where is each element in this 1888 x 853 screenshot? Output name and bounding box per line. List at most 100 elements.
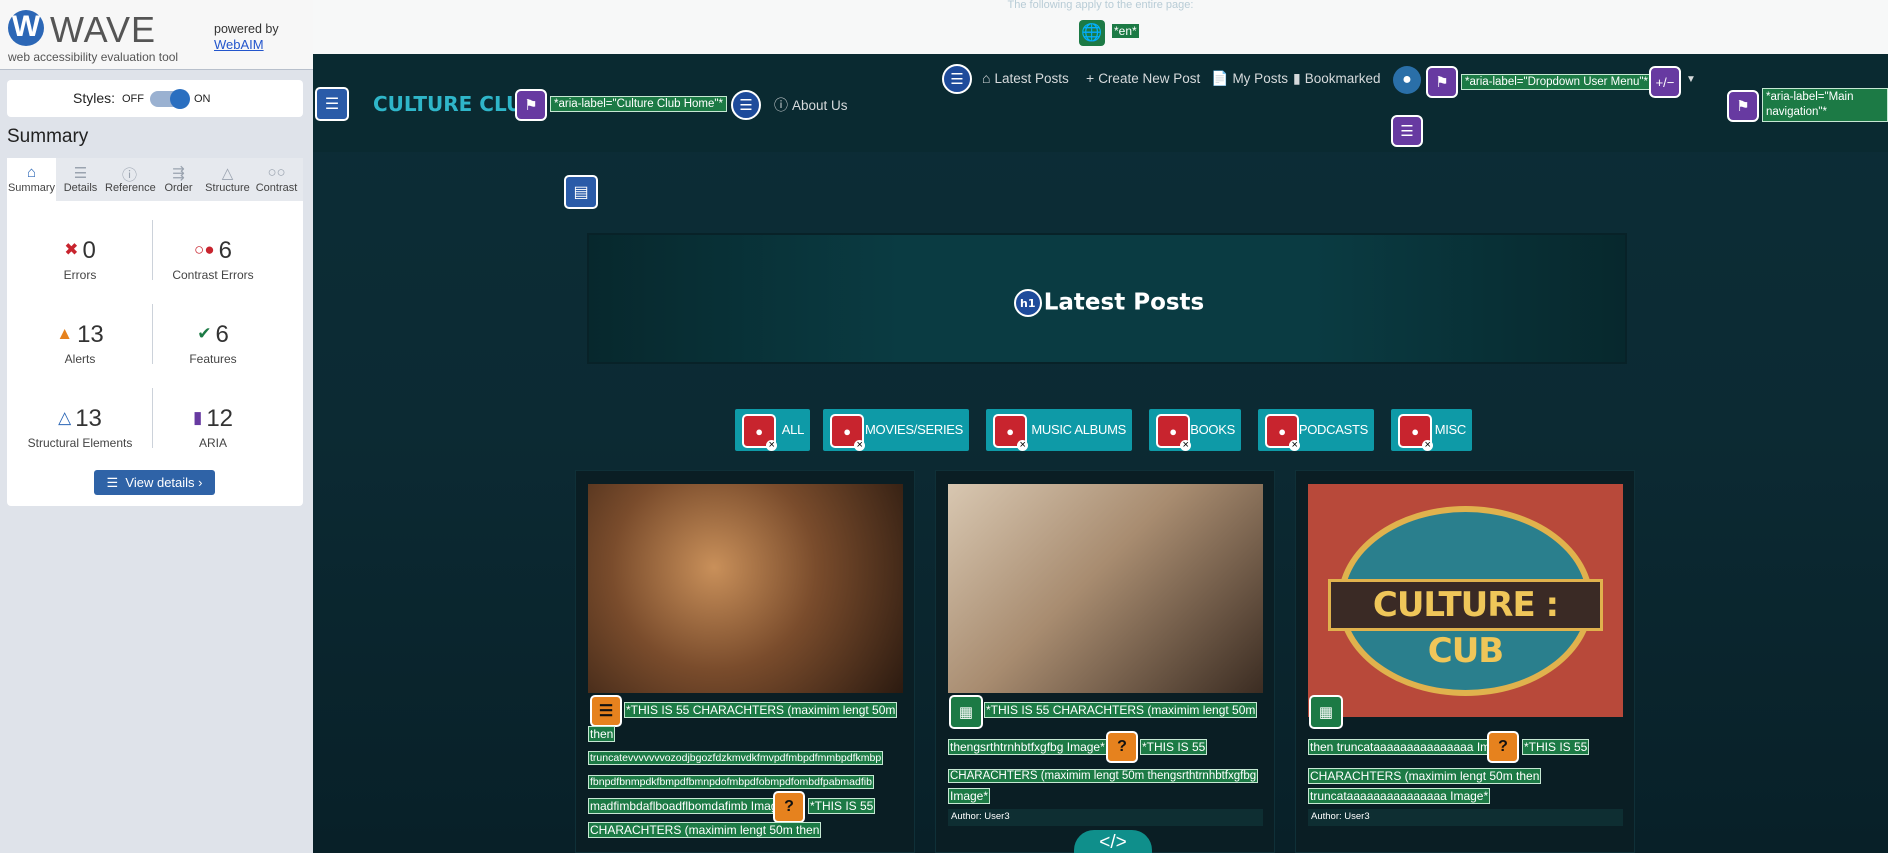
- post-alt-text: CHARACHTERS (maximim lengt 50m then: [588, 818, 910, 842]
- aria-tag-icon[interactable]: ⚑: [1727, 90, 1759, 122]
- post-author: Author: User3: [948, 809, 1263, 826]
- stat-label: Contrast Errors: [172, 268, 254, 282]
- stat-features[interactable]: ✔ 6 Features: [143, 320, 283, 366]
- tab-contrast[interactable]: ○○ Contrast: [252, 158, 301, 201]
- tab-structure[interactable]: △ Structure: [203, 158, 252, 201]
- home-icon: ⌂: [26, 164, 37, 181]
- language-icon[interactable]: 🌐: [1079, 20, 1105, 46]
- post-alt-text: *THIS IS 55: [1522, 735, 1622, 759]
- filter-movies-button[interactable]: ●MOVIES/SERIES: [823, 409, 969, 451]
- list-icon: ☰: [73, 165, 88, 182]
- aria-menu-icon[interactable]: ☰: [1391, 115, 1423, 147]
- nav-latest-posts[interactable]: ⌂ Latest Posts: [982, 70, 1069, 86]
- region-icon[interactable]: ☰: [315, 87, 349, 121]
- powered-by-label: powered by: [214, 22, 279, 36]
- tab-reference[interactable]: ⓘ Reference: [105, 158, 156, 201]
- summary-heading: Summary: [7, 126, 89, 147]
- alt-line: truncatevvvvvvvozodjbgozfdzkmvdkfmvpdfmb…: [588, 751, 884, 765]
- aria-icon: ▮: [192, 408, 203, 427]
- wave-logo-icon: W: [8, 10, 44, 46]
- alt-line: then: [588, 726, 616, 742]
- site-brand[interactable]: CULTURE CLUB: [373, 92, 537, 116]
- filter-all-button[interactable]: ● ALL: [735, 409, 810, 451]
- main-region-icon[interactable]: ▤: [564, 175, 598, 209]
- info-icon: ⓘ: [121, 167, 137, 184]
- post-card[interactable]: ☰ *THIS IS 55 CHARACHTERS (maximim lengt…: [575, 470, 915, 853]
- filter-books-button[interactable]: ●BOOKS: [1149, 409, 1241, 451]
- contrast-error-icon: ●: [1398, 414, 1433, 451]
- structure-icon: △: [221, 165, 234, 182]
- stat-aria[interactable]: ▮ 12 ARIA: [143, 404, 283, 450]
- question-alert-icon[interactable]: ?: [1487, 731, 1519, 763]
- post-alt-text: fbnpdfbnmpdkfbmpdfbmnpdofmbpdfobmpdfombd…: [588, 770, 910, 794]
- order-icon: ⇶: [172, 165, 185, 182]
- alt-text-feature-icon[interactable]: ▦: [1309, 695, 1343, 729]
- stat-count: 6: [215, 321, 229, 348]
- alt-line: *THIS IS 55: [1522, 739, 1590, 755]
- view-details-button[interactable]: ☰ View details ›: [94, 470, 215, 495]
- post-card[interactable]: CULTURE : CUB ▦ then truncataaaaaaaaaaaa…: [1295, 470, 1635, 853]
- alt-line: madfimbdaflboadflbomdafimb Image*: [588, 798, 791, 814]
- view-details-label: View details ›: [125, 475, 203, 490]
- aria-label-tag: *aria-label="Culture Club Home"*: [550, 96, 727, 112]
- list-structure-icon[interactable]: ☰: [942, 64, 972, 94]
- styles-label: Styles:: [73, 90, 116, 106]
- stat-label: Errors: [63, 268, 97, 282]
- tab-order[interactable]: ⇶ Order: [154, 158, 203, 201]
- stat-label: Structural Elements: [27, 436, 133, 450]
- aria-expanded-icon[interactable]: +/−: [1649, 66, 1681, 98]
- stat-count: 13: [77, 321, 104, 348]
- alt-line: fbnpdfbnmpdkfbmpdfbmnpdofmbpdfobmpdfombd…: [588, 775, 874, 789]
- list-structure-icon[interactable]: ☰: [731, 90, 761, 120]
- user-avatar-icon[interactable]: ●: [1393, 66, 1421, 94]
- plus-icon: +: [1086, 70, 1095, 86]
- page-notice-bar: The following apply to the entire page: …: [313, 0, 1888, 54]
- error-icon: ✖: [64, 240, 79, 259]
- alt-line: then truncataaaaaaaaaaaaaaa Image*: [1308, 739, 1517, 755]
- wave-sidebar: W WAVE web accessibility evaluation tool…: [0, 0, 313, 853]
- stat-alerts[interactable]: ▲ 13 Alerts: [10, 320, 150, 366]
- tab-label: Structure: [205, 182, 250, 194]
- tab-label: Contrast: [255, 182, 298, 194]
- tab-summary[interactable]: ⌂ Summary: [7, 158, 56, 201]
- stat-errors[interactable]: ✖ 0 Errors: [10, 236, 150, 282]
- post-alt-text: *THIS IS 55 CHARACHTERS (maximim lengt 5…: [948, 698, 1270, 722]
- alt-line: truncataaaaaaaaaaaaaaa Image*: [1308, 788, 1491, 804]
- tab-label: Summary: [7, 182, 56, 194]
- nav-my-posts[interactable]: 📄 My Posts: [1211, 70, 1288, 87]
- stat-count: 6: [218, 237, 232, 264]
- alt-line: *THIS IS 55 CHARACHTERS (maximim lengt 5…: [984, 702, 1258, 718]
- wave-title: WAVE: [50, 9, 157, 50]
- code-toggle-button[interactable]: </>: [1074, 830, 1152, 853]
- post-image-books: [588, 484, 903, 693]
- stat-count: 0: [82, 237, 96, 264]
- alt-line: *THIS IS 55: [808, 798, 876, 814]
- aria-tag-icon[interactable]: ⚑: [1426, 66, 1458, 98]
- tab-label: Reference: [105, 182, 156, 194]
- nav-bookmarked[interactable]: ▮ Bookmarked: [1293, 70, 1381, 87]
- filter-label: MISC: [1434, 422, 1467, 437]
- alt-line: CHARACHTERS (maximim lengt 50m then: [1308, 768, 1542, 784]
- tab-details[interactable]: ☰ Details: [56, 158, 105, 201]
- chevron-down-icon[interactable]: ▼: [1686, 74, 1696, 85]
- stat-contrast-errors[interactable]: ○● 6 Contrast Errors: [143, 236, 283, 282]
- question-alert-icon[interactable]: ?: [1106, 731, 1138, 763]
- nav-label: About Us: [792, 98, 848, 113]
- aria-label-tag: *aria-label="Main navigation"*: [1762, 88, 1888, 122]
- contrast-icon: ○○: [267, 164, 286, 181]
- alt-line: *THIS IS 55 CHARACHTERS (maximim lengt 5…: [624, 702, 898, 718]
- nav-about-us[interactable]: ⓘ About Us: [774, 95, 848, 115]
- alt-line: CHARACHTERS (maximim lengt 50m thengsrth…: [948, 769, 1259, 783]
- aria-tag-icon[interactable]: ⚑: [515, 89, 547, 121]
- stat-structural-elements[interactable]: △ 13 Structural Elements: [10, 404, 150, 450]
- filter-podcasts-button[interactable]: ●PODCASTS: [1258, 409, 1374, 451]
- contrast-error-icon: ●: [1265, 414, 1300, 451]
- filter-misc-button[interactable]: ●MISC: [1391, 409, 1472, 451]
- language-tag: *en*: [1112, 24, 1139, 38]
- nav-create-post[interactable]: + Create New Post: [1086, 70, 1200, 86]
- alt-line: CHARACHTERS (maximim lengt 50m then: [588, 822, 822, 838]
- styles-toggle-switch[interactable]: [150, 89, 190, 109]
- webaim-link[interactable]: WebAIM: [214, 37, 264, 52]
- filter-music-button[interactable]: ●MUSIC ALBUMS: [986, 409, 1132, 451]
- post-card[interactable]: ▦ *THIS IS 55 CHARACHTERS (maximim lengt…: [935, 470, 1275, 853]
